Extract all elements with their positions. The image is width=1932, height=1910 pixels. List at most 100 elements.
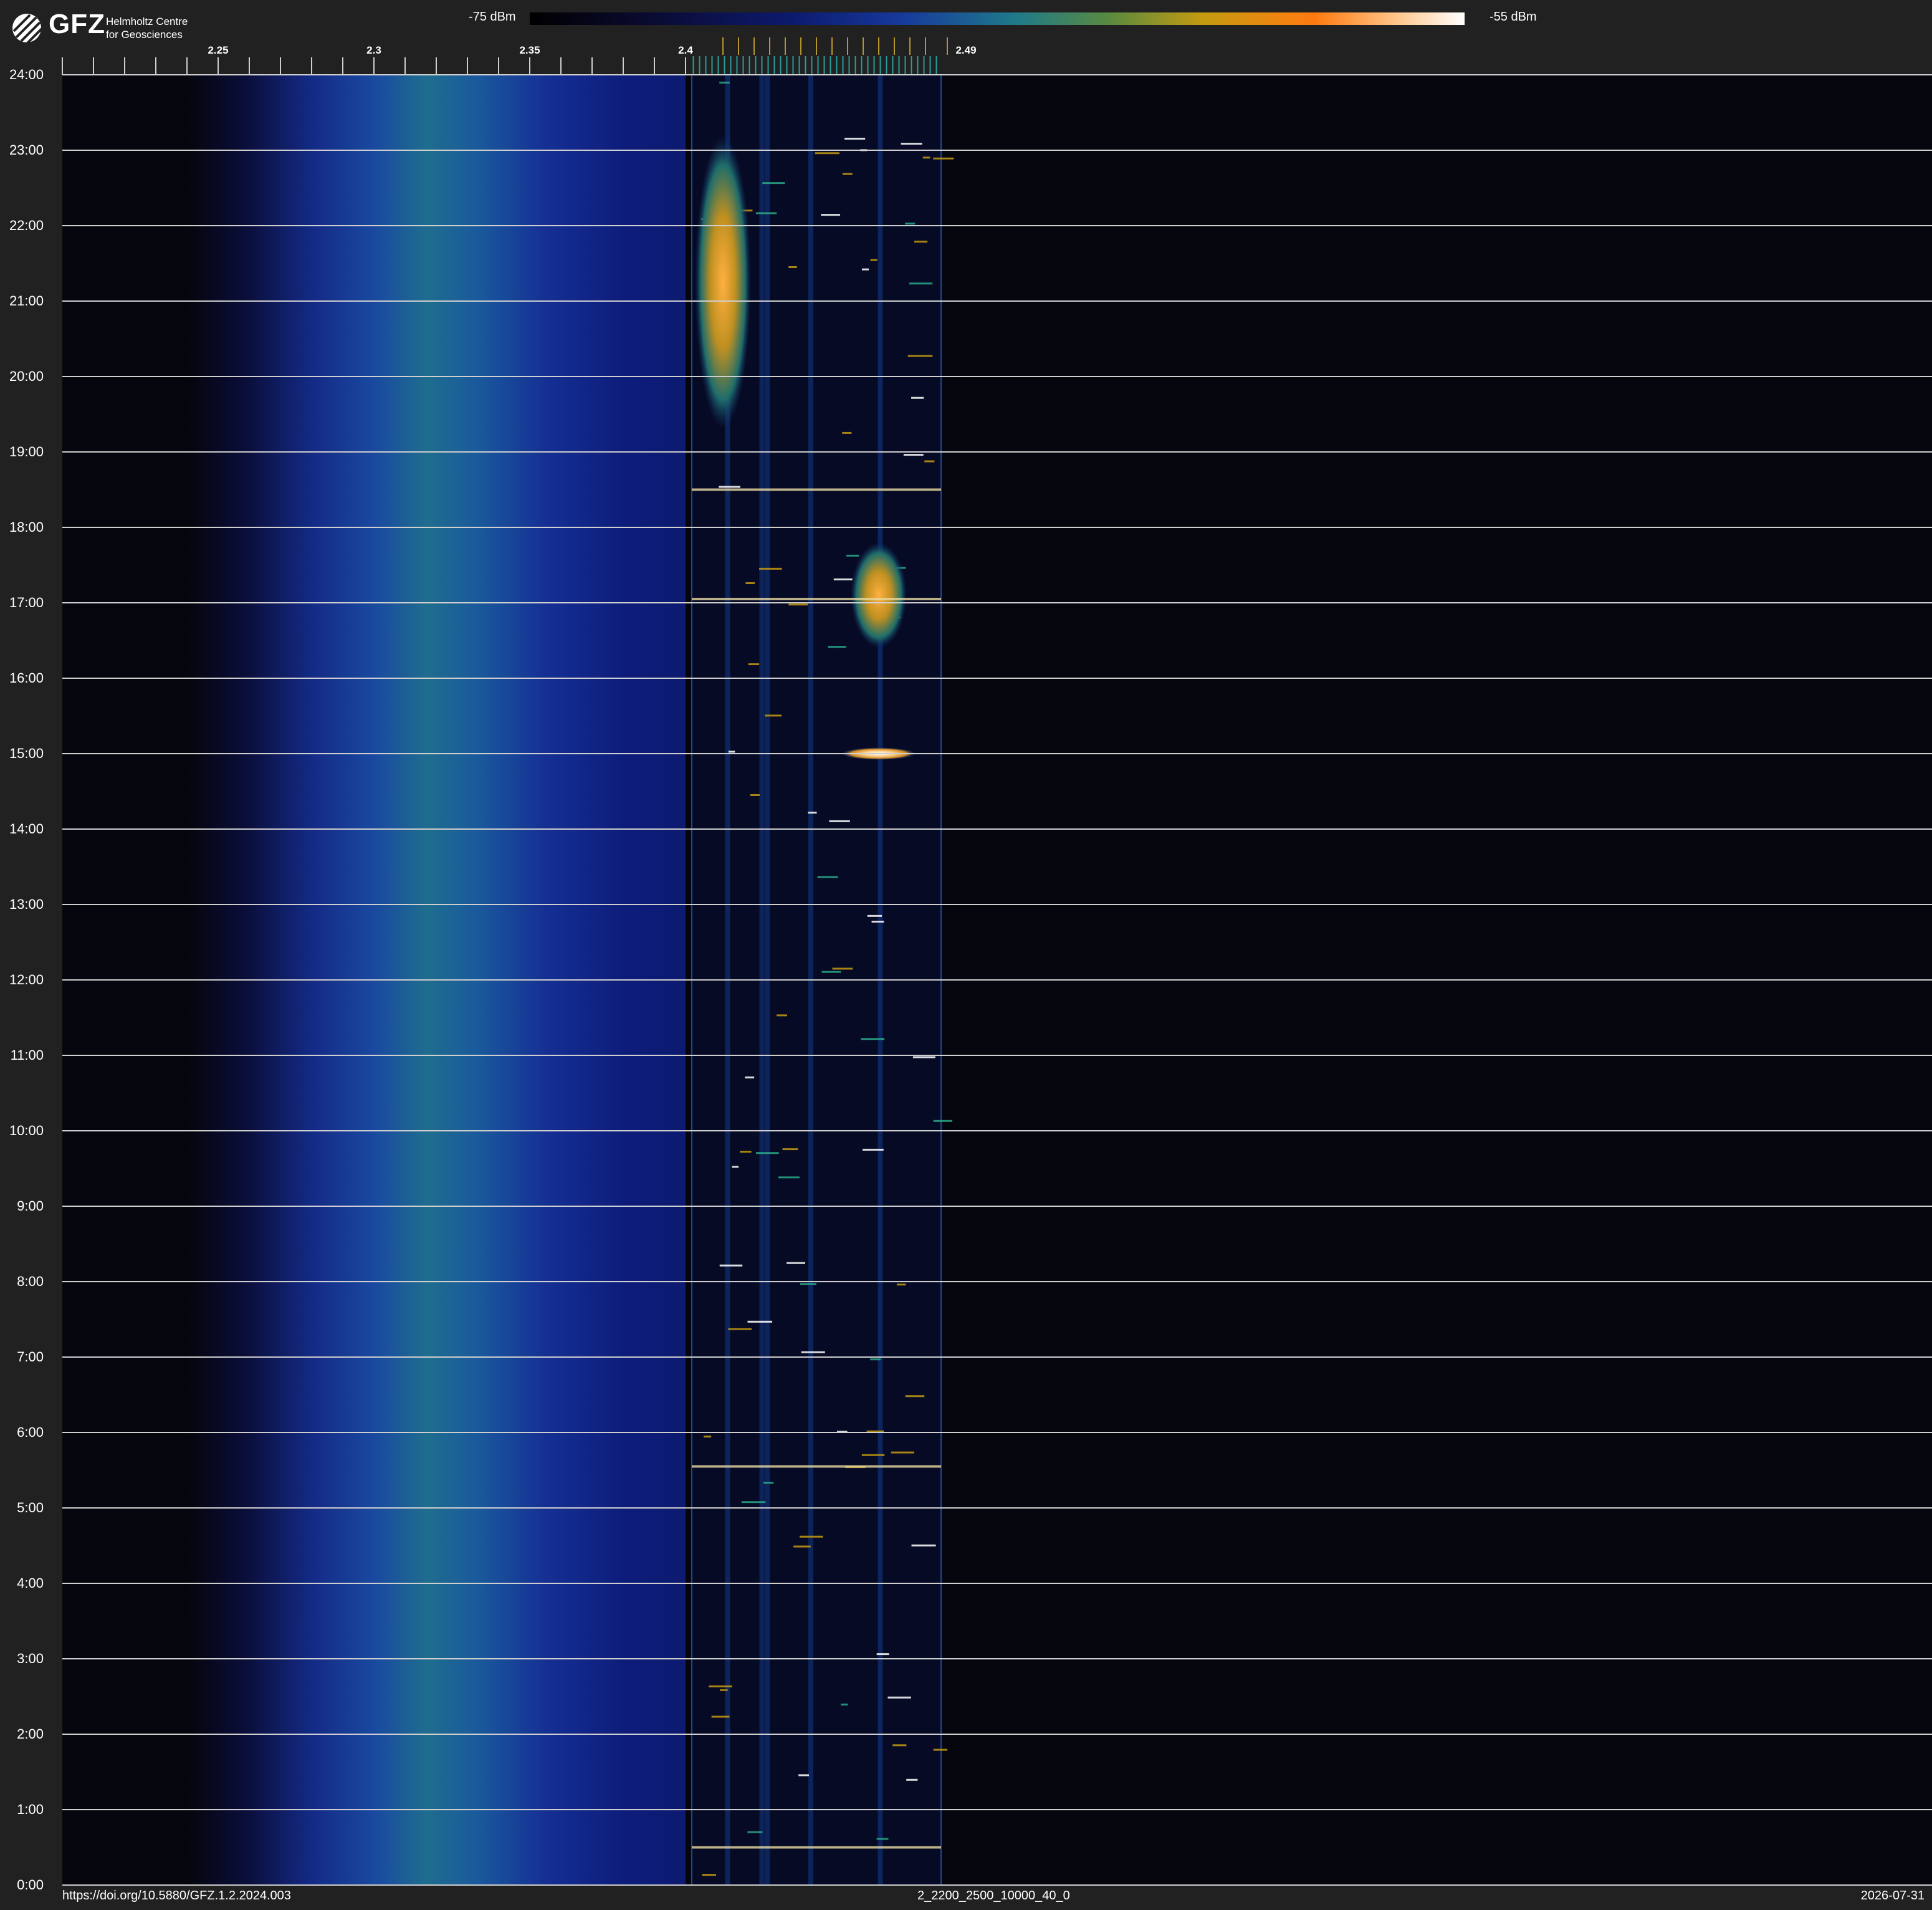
- y-tick-label: 9:00: [17, 1198, 44, 1214]
- y-tick-label: 13:00: [9, 896, 44, 912]
- signal-burst-56: [755, 212, 777, 214]
- signal-burst-1: [871, 920, 884, 923]
- hotspot-0: [695, 135, 751, 430]
- signal-burst-47: [842, 173, 853, 175]
- signal-burst-45: [870, 259, 878, 261]
- signal-burst-41: [876, 1838, 889, 1840]
- y-tick-label: 23:00: [9, 142, 44, 158]
- signal-burst-4: [861, 1038, 885, 1040]
- y-tick-label: 20:00: [9, 368, 44, 384]
- signal-burst-14: [912, 1056, 935, 1058]
- signal-burst-48: [748, 663, 760, 666]
- y-tick-label: 6:00: [17, 1424, 44, 1440]
- y-tick-label: 16:00: [9, 670, 44, 686]
- signal-burst-6: [914, 241, 928, 243]
- signal-burst-58: [782, 1148, 798, 1151]
- y-tick-label: 15:00: [9, 746, 44, 761]
- x-tick-label: 2.49: [955, 44, 976, 56]
- y-tick-label: 19:00: [9, 444, 44, 459]
- y-tick-label: 11:00: [11, 1047, 44, 1063]
- x-tick-label: 2.35: [519, 44, 540, 56]
- signal-burst-15: [821, 971, 841, 973]
- signal-burst-84: [747, 1831, 763, 1833]
- signal-burst-86: [711, 1716, 730, 1718]
- signal-burst-43: [719, 486, 740, 488]
- broadband-burst-0: [692, 1846, 941, 1849]
- y-tick-label: 7:00: [17, 1349, 44, 1365]
- signal-burst-80: [903, 454, 924, 456]
- date-label: 2026-07-31: [1860, 1889, 1925, 1903]
- signal-burst-83: [762, 182, 785, 185]
- signal-burst-53: [765, 714, 782, 717]
- file-id-label: 2_2200_2500_10000_40_0: [917, 1889, 1070, 1903]
- signal-burst-2: [828, 646, 846, 648]
- signal-burst-63: [924, 460, 935, 463]
- y-tick-label: 14:00: [9, 821, 44, 837]
- signal-burst-72: [728, 751, 735, 753]
- signal-burst-73: [876, 1653, 889, 1656]
- signal-burst-42: [870, 1358, 881, 1361]
- x-tick-label: 2.3: [366, 44, 381, 56]
- signal-burst-66: [905, 1395, 925, 1398]
- signal-burst-3: [788, 603, 808, 606]
- y-tick-label: 24:00: [9, 67, 44, 82]
- y-tick-label: 18:00: [9, 519, 44, 535]
- y-tick-label: 8:00: [17, 1274, 44, 1289]
- signal-burst-32: [933, 157, 954, 160]
- y-axis: 0:00 1:00 2:00 3:00 4:00 5:00 6:00 7:00 8:00 9:00…: [9, 67, 44, 1893]
- y-tick-label: 21:00: [9, 293, 44, 309]
- signal-burst-24: [861, 1454, 885, 1456]
- broadband-burst-1: [692, 1465, 941, 1468]
- signal-burst-82: [922, 156, 930, 159]
- signal-burst-35: [846, 554, 859, 557]
- signal-burst-88: [844, 137, 866, 140]
- signal-burst-81: [745, 582, 755, 584]
- signal-burst-65: [867, 914, 882, 917]
- signal-burst-21: [909, 282, 933, 285]
- signal-burst-39: [745, 1076, 755, 1078]
- signal-burst-12: [740, 1151, 752, 1153]
- signal-burst-7: [896, 1284, 906, 1286]
- signal-burst-33: [759, 567, 782, 570]
- signal-burst-8: [801, 1351, 825, 1353]
- y-tick-label: 22:00: [9, 218, 44, 233]
- signal-burst-46: [720, 1689, 728, 1691]
- signal-burst-78: [863, 1148, 884, 1151]
- signal-burst-55: [702, 1874, 716, 1876]
- y-tick-label: 0:00: [17, 1877, 44, 1893]
- signal-burst-69: [728, 1328, 752, 1330]
- y-tick-label: 1:00: [17, 1802, 44, 1817]
- signal-burst-5: [821, 214, 841, 216]
- signal-burst-40: [832, 967, 853, 970]
- signal-burst-10: [800, 1535, 823, 1538]
- signal-burst-34: [756, 1152, 779, 1154]
- signal-burst-67: [793, 1545, 811, 1548]
- signal-burst-22: [703, 1435, 712, 1437]
- y-tick-label: 12:00: [9, 972, 44, 987]
- signal-burst-59: [833, 578, 853, 581]
- signal-burst-18: [892, 1744, 907, 1747]
- signal-burst-17: [778, 1176, 800, 1179]
- signal-burst-74: [829, 820, 850, 822]
- signal-burst-19: [719, 82, 730, 84]
- signal-burst-68: [911, 396, 924, 399]
- signal-burst-9: [906, 1778, 918, 1781]
- x-tick-label: 2.4: [678, 44, 693, 56]
- signal-burst-89: [842, 431, 852, 434]
- signal-burst-75: [841, 1703, 848, 1706]
- doi-link[interactable]: https://doi.org/10.5880/GFZ.1.2.2024.003: [62, 1889, 291, 1903]
- signal-burst-30: [709, 1685, 732, 1687]
- signal-burst-71: [741, 1501, 766, 1504]
- signal-burst-64: [887, 1696, 911, 1699]
- y-tick-label: 4:00: [17, 1575, 44, 1591]
- broadband-burst-2: [692, 597, 941, 600]
- y-tick-label: 3:00: [17, 1651, 44, 1666]
- signal-burst-54: [933, 1749, 948, 1751]
- signal-burst-11: [787, 1262, 805, 1264]
- signal-burst-62: [719, 1264, 743, 1267]
- signal-burst-50: [798, 1774, 810, 1777]
- x-tick-label: 2.25: [208, 44, 228, 56]
- signal-burst-70: [732, 1166, 739, 1168]
- signal-burst-25: [788, 266, 797, 269]
- signal-burst-85: [777, 1014, 787, 1017]
